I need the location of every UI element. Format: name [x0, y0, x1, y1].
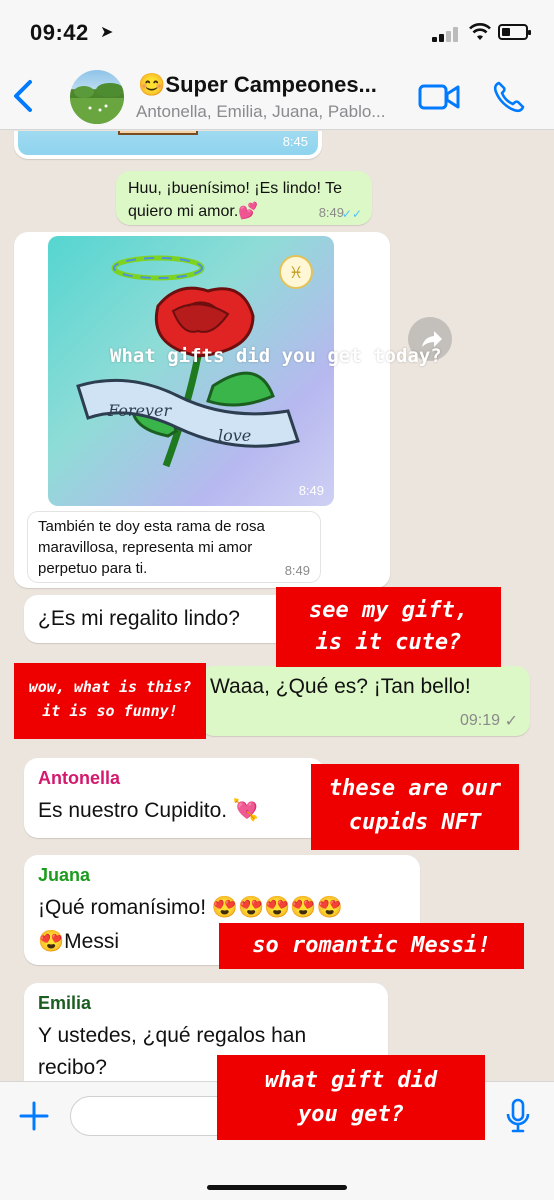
- plus-icon[interactable]: [18, 1100, 50, 1132]
- battery-icon: [498, 24, 531, 40]
- message-time: 8:49: [318, 205, 344, 220]
- phone-call-icon[interactable]: [492, 80, 526, 114]
- overlay-line: these are our: [328, 776, 502, 801]
- message-text: Waaa, ¿Qué es? ¡Tan bello!: [210, 675, 471, 698]
- overlay-line: it is so funny!: [42, 702, 178, 720]
- chat-header: 😊Super Campeones... Antonella, Emilia, J…: [0, 64, 554, 130]
- rose-illustration: ♓ Forever love: [76, 255, 313, 468]
- status-bar: 09:42 ➤: [0, 0, 554, 64]
- message-text-line1: Y ustedes, ¿qué regalos han: [38, 1024, 307, 1047]
- message-text-line2: 😍Messi: [38, 930, 119, 953]
- caption-text: También te doy esta rama de rosa maravil…: [38, 518, 265, 577]
- read-ticks-icon: ✓✓: [341, 207, 362, 221]
- message-incoming[interactable]: ¿Es mi regalito lindo?: [24, 595, 314, 643]
- overlay-caption-box: these are our cupids NFT: [311, 764, 519, 850]
- cellular-signal-icon: [432, 26, 460, 42]
- message-text-line2: recibo?: [38, 1056, 107, 1079]
- overlay-line: so romantic Messi!: [252, 933, 491, 958]
- group-name[interactable]: 😊Super Campeones...: [138, 72, 400, 98]
- overlay-line: you get?: [298, 1102, 404, 1127]
- video-call-icon[interactable]: [418, 82, 460, 112]
- caption-time: 8:49: [284, 563, 310, 578]
- message-text: ¿Es mi regalito lindo?: [38, 607, 240, 630]
- sender-name[interactable]: Emilia: [38, 993, 91, 1014]
- message-outgoing[interactable]: Huu, ¡buenísimo! ¡Es lindo! Te quiero mi…: [116, 171, 372, 225]
- sent-tick-icon: ✓: [504, 713, 518, 730]
- sender-name[interactable]: Antonella: [38, 768, 120, 789]
- microphone-icon[interactable]: [505, 1098, 531, 1134]
- back-chevron-icon[interactable]: [10, 76, 40, 116]
- group-avatar[interactable]: [70, 70, 124, 124]
- rose-image[interactable]: ♓ Forever love 8:49: [48, 236, 334, 506]
- ribbon-text-2: love: [218, 426, 251, 445]
- overlay-caption-box: wow, what is this? it is so funny!: [14, 663, 206, 739]
- message-text-line1: ¡Qué romanísimo! 😍😍😍😍😍: [38, 896, 343, 919]
- wifi-icon: [469, 23, 491, 40]
- overlay-line: is it cute?: [315, 630, 462, 655]
- overlay-line: cupids NFT: [348, 810, 482, 835]
- overlay-line: see my gift,: [309, 598, 468, 623]
- status-time: 09:42: [30, 20, 89, 45]
- ribbon-text-1: Forever: [107, 401, 172, 420]
- sender-name[interactable]: Juana: [38, 865, 90, 886]
- overlay-line: wow, what is this?: [28, 678, 192, 696]
- location-arrow-icon: ➤: [100, 24, 114, 41]
- overlay-caption-box: what gift did you get?: [217, 1055, 485, 1140]
- image-time: 8:49: [298, 483, 324, 498]
- message-image-top[interactable]: 8:45: [14, 131, 322, 159]
- message-outgoing[interactable]: Waaa, ¿Qué es? ¡Tan bello! 09:19 ✓: [200, 666, 530, 736]
- svg-text:♓: ♓: [289, 263, 303, 282]
- message-text: Es nuestro Cupidito. 💘: [38, 799, 260, 822]
- overlay-caption-box: see my gift, is it cute?: [276, 587, 501, 667]
- overlay-line: what gift did: [264, 1068, 438, 1093]
- message-time: 8:45: [282, 134, 308, 149]
- message-incoming[interactable]: Antonella Es nuestro Cupidito. 💘: [24, 758, 324, 838]
- overlay-caption-box: so romantic Messi!: [219, 923, 524, 969]
- overlay-question: What gifts did you get today?: [110, 345, 442, 367]
- caption-card: También te doy esta rama de rosa maravil…: [28, 512, 320, 582]
- message-time: 09:15: [337, 560, 380, 579]
- chat-area[interactable]: 8:45 Huu, ¡buenísimo! ¡Es lindo! Te quie…: [0, 131, 554, 1081]
- home-indicator: [207, 1185, 347, 1190]
- message-image-rose[interactable]: ♓ Forever love 8:49 También te doy esta …: [14, 232, 390, 588]
- group-members[interactable]: Antonella, Emilia, Juana, Pablo...: [136, 102, 398, 122]
- message-time: 09:19: [459, 712, 500, 729]
